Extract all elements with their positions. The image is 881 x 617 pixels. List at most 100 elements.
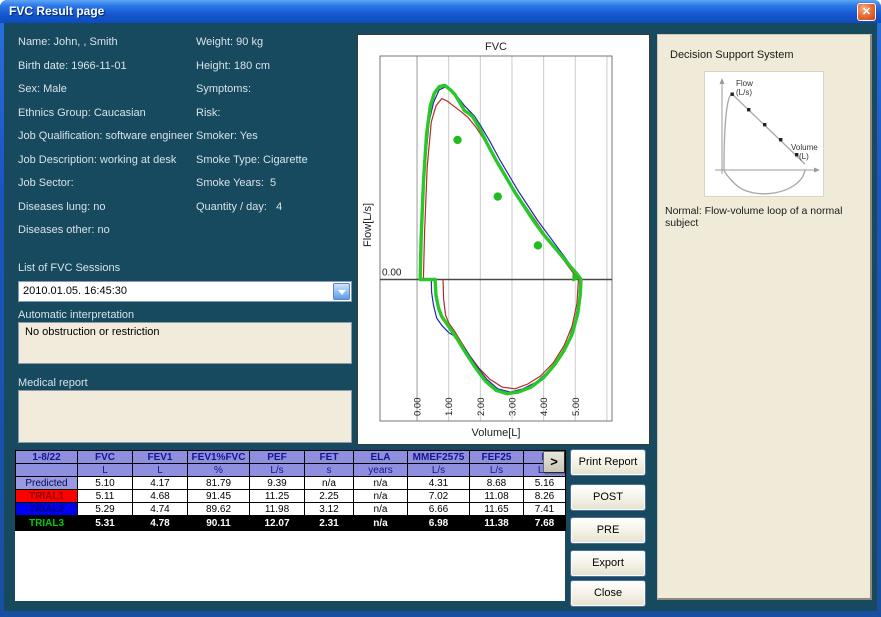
column-header: FVC <box>78 451 133 464</box>
patient-info-row: Name: John, , Smith <box>18 36 118 48</box>
svg-text:Volume[L]: Volume[L] <box>472 427 521 439</box>
print-report-button[interactable]: Print Report <box>570 449 646 476</box>
row-label: Predicted <box>16 477 78 490</box>
column-unit: L/s <box>250 464 305 477</box>
svg-text:FVC: FVC <box>485 41 507 53</box>
decision-support-title: Decision Support System <box>670 49 794 61</box>
decision-support-panel: Decision Support System Flow (L/s) <box>657 34 872 600</box>
column-unit: years <box>354 464 408 477</box>
value-cell: 7.68 <box>524 516 566 531</box>
fvc-result-window: FVC Result page ✕ Name: John, , Smith Bir… <box>0 0 881 617</box>
value-cell: 3.12 <box>305 503 354 516</box>
patient-info-row: Diseases other: no <box>18 224 110 236</box>
column-unit: L/s <box>470 464 524 477</box>
value-cell: 11.38 <box>470 516 524 531</box>
value-cell: 11.25 <box>250 490 305 503</box>
value-cell: n/a <box>305 477 354 490</box>
patient-info-row: Job Qualification: software engineer <box>18 130 193 142</box>
value-cell: 4.78 <box>133 516 188 531</box>
value-cell: n/a <box>354 490 408 503</box>
column-header: FET <box>305 451 354 464</box>
results-table: 1-8/22FVCFEV1FEV1%FVCPEFFETELAMMEF2575FE… <box>15 450 566 531</box>
svg-text:0.00: 0.00 <box>413 398 424 417</box>
value-cell: 4.17 <box>133 477 188 490</box>
interpretation-box: No obstruction or restriction <box>18 322 352 364</box>
decision-support-caption: Normal: Flow-volume loop of a normal sub… <box>665 205 867 229</box>
table-row: Predicted5.104.1781.799.39n/an/a4.318.68… <box>16 477 566 490</box>
value-cell: 12.07 <box>250 516 305 531</box>
value-cell: n/a <box>354 516 408 531</box>
svg-text:1.00: 1.00 <box>444 398 455 417</box>
patient-info-row: Ethnics Group: Caucasian <box>18 107 146 119</box>
value-cell: 90.11 <box>188 516 250 531</box>
value-cell: 7.41 <box>524 503 566 516</box>
value-cell: 6.98 <box>408 516 470 531</box>
value-cell: 4.31 <box>408 477 470 490</box>
value-cell: 5.11 <box>78 490 133 503</box>
diagram-flow-label: Flow <box>736 79 753 88</box>
patient-info-row: Weight: 90 kg <box>196 36 263 48</box>
diagram-volume-label: Volume <box>791 143 818 152</box>
close-button[interactable]: ✕ <box>857 3 876 21</box>
patient-info-row: Symptoms: <box>196 83 251 95</box>
scroll-columns-right-button[interactable]: > <box>543 451 565 473</box>
column-unit <box>16 464 78 477</box>
svg-text:0.00: 0.00 <box>382 268 402 279</box>
value-cell: n/a <box>354 477 408 490</box>
volume-axis-arrow-icon <box>814 168 820 173</box>
patient-info-row: Quantity / day: 4 <box>196 201 282 213</box>
patient-info-row: Birth date: 1966-11-01 <box>18 60 127 72</box>
column-header: MMEF2575 <box>408 451 470 464</box>
close-dialog-button[interactable]: Close <box>570 580 646 607</box>
window-title: FVC Result page <box>9 4 104 18</box>
patient-info-row: Diseases lung: no <box>18 201 105 213</box>
value-cell: 5.16 <box>524 477 566 490</box>
column-unit: L <box>78 464 133 477</box>
value-cell: 7.02 <box>408 490 470 503</box>
column-header: FEV1%FVC <box>188 451 250 464</box>
column-unit: L/s <box>408 464 470 477</box>
row-label: TRIAL3 <box>16 516 78 531</box>
table-row: TRIAL15.114.6891.4511.252.25n/a7.0211.08… <box>16 490 566 503</box>
patient-info-row: Height: 180 cm <box>196 60 270 72</box>
session-combobox-value: 2010.01.05. 16:45:30 <box>23 285 127 297</box>
column-header: FEF25 <box>470 451 524 464</box>
flow-axis-arrow-icon <box>720 78 725 84</box>
svg-text:5.00: 5.00 <box>571 398 582 417</box>
normal-loop-diagram: Flow (L/s) Volume (L) <box>704 71 824 197</box>
value-cell: 5.29 <box>78 503 133 516</box>
fvc-chart-panel: FVCVolume[L]Flow[L/s]0.000.001.002.003.0… <box>357 34 650 445</box>
value-cell: 81.79 <box>188 477 250 490</box>
session-combobox[interactable]: 2010.01.05. 16:45:30 <box>18 281 352 302</box>
column-unit: % <box>188 464 250 477</box>
patient-info-row: Risk: <box>196 107 220 119</box>
patient-info-row: Smoke Type: Cigarette <box>196 154 308 166</box>
value-cell: 91.45 <box>188 490 250 503</box>
row-label: TRIAL2 <box>16 503 78 516</box>
value-cell: 8.68 <box>470 477 524 490</box>
medical-report-input[interactable] <box>18 390 352 443</box>
svg-text:(L): (L) <box>799 152 809 161</box>
medical-report-label: Medical report <box>18 377 88 389</box>
chevron-down-icon <box>338 290 346 295</box>
row-label: TRIAL1 <box>16 490 78 503</box>
combobox-dropdown-button[interactable] <box>333 283 350 300</box>
column-unit: s <box>305 464 354 477</box>
patient-info-row: Sex: Male <box>18 83 67 95</box>
pre-button[interactable]: PRE <box>570 517 646 544</box>
value-cell: 89.62 <box>188 503 250 516</box>
column-header: 1-8/22 <box>16 451 78 464</box>
value-cell: 5.10 <box>78 477 133 490</box>
patient-info-row: Job Description: working at desk <box>18 154 176 166</box>
table-row: TRIAL25.294.7489.6211.983.12n/a6.6611.65… <box>16 503 566 516</box>
export-button[interactable]: Export <box>570 550 646 577</box>
value-cell: 11.98 <box>250 503 305 516</box>
value-cell: 11.08 <box>470 490 524 503</box>
value-cell: n/a <box>354 503 408 516</box>
patient-info-row: Smoke Years: 5 <box>196 177 276 189</box>
value-cell: 11.65 <box>470 503 524 516</box>
value-cell: 2.31 <box>305 516 354 531</box>
post-button[interactable]: POST <box>570 484 646 511</box>
value-cell: 9.39 <box>250 477 305 490</box>
svg-text:3.00: 3.00 <box>507 398 518 417</box>
